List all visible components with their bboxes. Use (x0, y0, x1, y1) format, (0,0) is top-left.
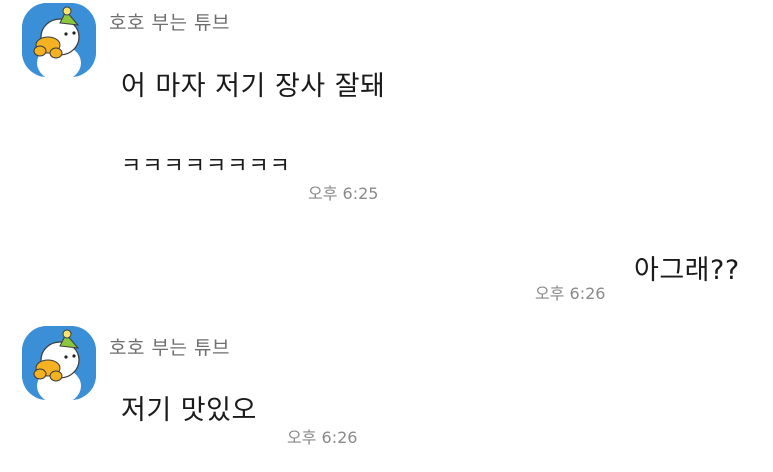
tube-duck-avatar-icon[interactable] (22, 3, 96, 77)
tube-duck-avatar-icon[interactable] (22, 326, 96, 400)
message-text[interactable]: ㅋㅋㅋㅋㅋㅋㅋㅋ (121, 148, 291, 180)
message-time: 오후 6:26 (287, 428, 358, 447)
my-message-text[interactable]: 아그래?? (634, 248, 740, 287)
sender-name: 호호 부는 튜브 (109, 337, 230, 359)
chat-screen: 호호 부는 튜브 어 마자 저기 장사 잘돼 ㅋㅋㅋㅋㅋㅋㅋㅋ 오후 6:25 … (0, 0, 773, 472)
message-text[interactable]: 저기 맛있오 (121, 388, 257, 427)
sender-name: 호호 부는 튜브 (109, 12, 230, 34)
message-text[interactable]: 어 마자 저기 장사 잘돼 (121, 64, 385, 103)
message-time: 오후 6:25 (308, 184, 379, 203)
message-time: 오후 6:26 (535, 284, 606, 303)
